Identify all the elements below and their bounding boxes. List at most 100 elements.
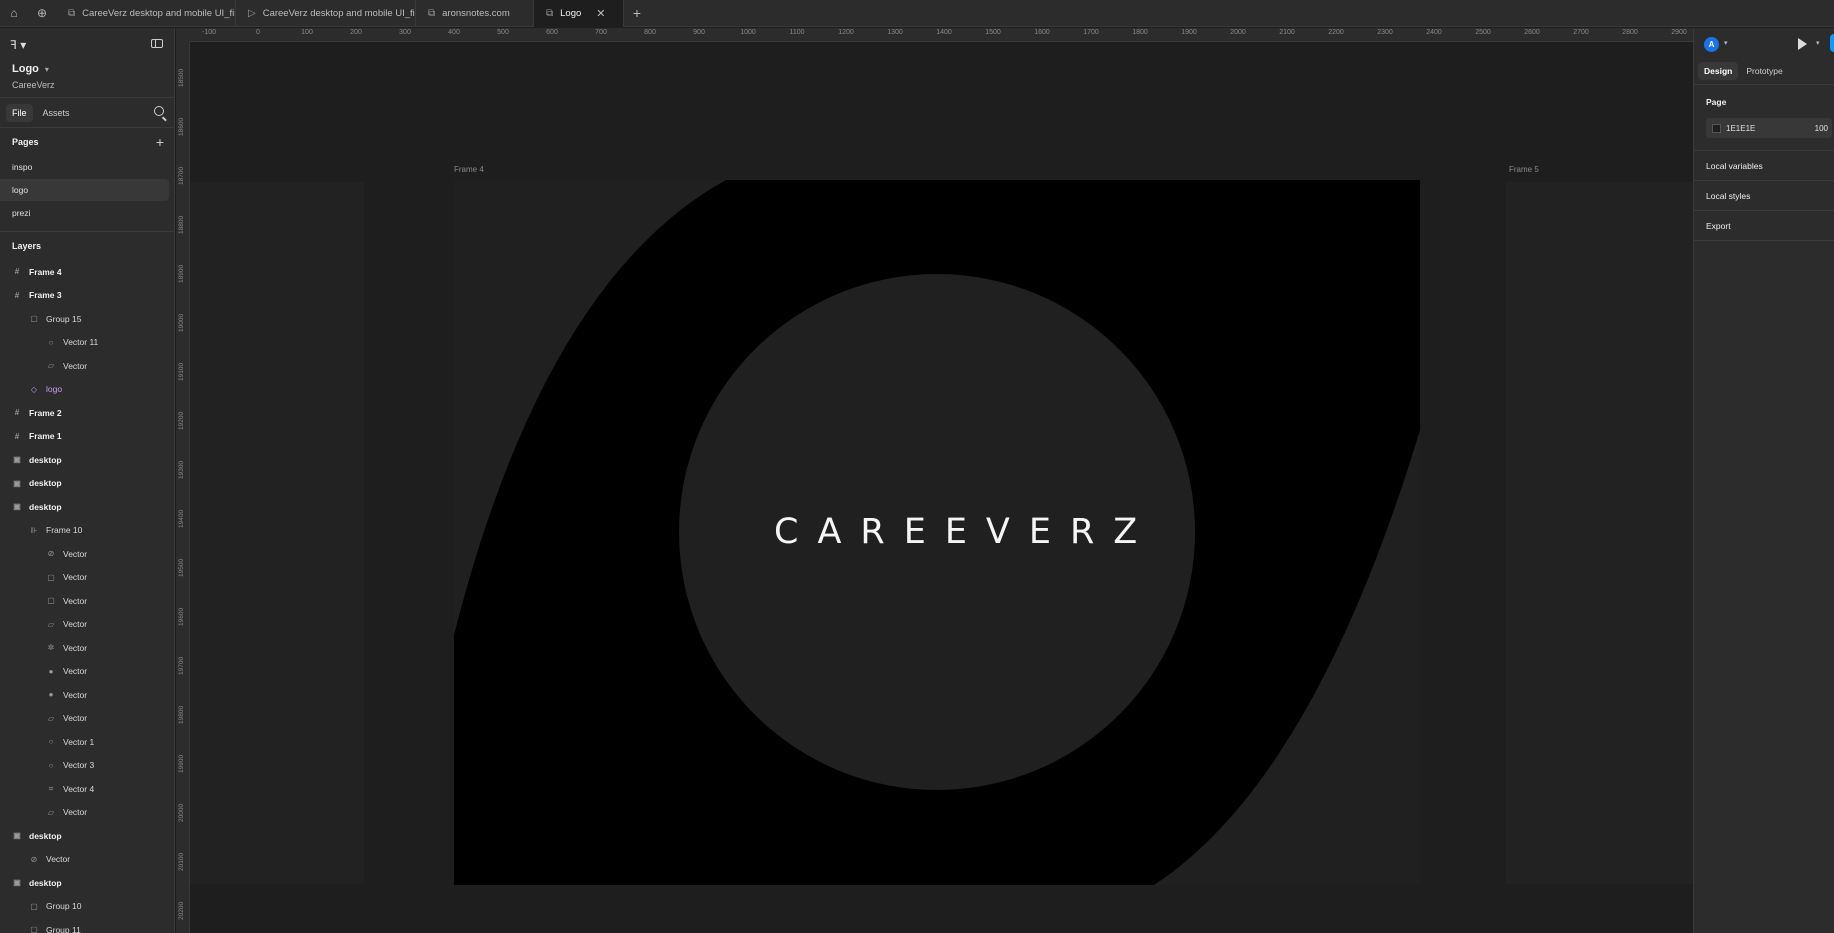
chevron-down-icon[interactable]: ▾	[1724, 39, 1728, 47]
add-page-icon[interactable]: +	[156, 134, 164, 150]
layer-type-icon: ▣	[13, 878, 21, 888]
layer-item[interactable]: ⊪ Frame 10	[0, 519, 174, 543]
layer-item[interactable]: ⊘ Vector	[0, 848, 174, 872]
ruler-tick-label: 2800	[1622, 29, 1638, 36]
layer-item[interactable]: ● Vector	[0, 683, 174, 707]
ruler-tick-label: 19500	[178, 558, 185, 577]
tab-file[interactable]: File	[6, 103, 33, 122]
layer-label: Vector	[63, 595, 88, 606]
tab-logo[interactable]: ⧉ Logo ✕	[534, 0, 624, 27]
page-section-title: Page	[1706, 97, 1727, 107]
tab-prototype[interactable]: Prototype	[1740, 62, 1788, 80]
ruler-tick-label: 18800	[178, 215, 185, 234]
ruler-left: 18500 18600 18700 18800 18900 19000 19100 19200…	[176, 42, 190, 933]
layer-item[interactable]: ⌗ Vector 4	[0, 777, 174, 801]
ruler-tick-label: 19800	[178, 705, 185, 724]
page-item-logo[interactable]: logo	[0, 179, 169, 201]
layer-item[interactable]: # Frame 4	[0, 260, 174, 284]
layer-item[interactable]: ● Vector	[0, 660, 174, 684]
layer-label: Group 15	[46, 313, 82, 324]
layer-item[interactable]: ✲ Vector	[0, 636, 174, 660]
frame-5[interactable]	[1506, 182, 1693, 884]
local-styles-link[interactable]: Local styles	[1706, 191, 1750, 201]
frame-5-label[interactable]: Frame 5	[1509, 165, 1539, 174]
tab-aronsnotes[interactable]: ⧉ aronsnotes.com	[416, 0, 534, 27]
layer-item[interactable]: ▢ Group 10	[0, 895, 174, 919]
page-item-prezi[interactable]: prezi	[0, 202, 169, 224]
layer-item[interactable]: ▢ Vector	[0, 566, 174, 590]
layer-item[interactable]: ○ Vector 1	[0, 730, 174, 754]
home-icon[interactable]: ⌂	[0, 0, 28, 27]
layer-type-icon: ▢	[47, 596, 55, 606]
layer-item[interactable]: ▣ desktop	[0, 824, 174, 848]
divider	[1694, 180, 1834, 181]
figma-file-icon: ⧉	[68, 7, 76, 19]
layer-item[interactable]: # Frame 2	[0, 401, 174, 425]
project-name[interactable]: CareeVerz	[12, 80, 55, 90]
ruler-tick-label: 1000	[740, 29, 756, 36]
present-play-icon[interactable]	[1798, 38, 1807, 50]
page-color-value[interactable]: 1E1E1E	[1726, 124, 1755, 133]
toggle-sidebar-icon[interactable]	[151, 39, 163, 48]
canvas[interactable]: Frame 4 Frame 5 CAREEVERZ	[190, 42, 1693, 933]
export-link[interactable]: Export	[1706, 221, 1731, 231]
layer-item[interactable]: ▱ Vector	[0, 354, 174, 378]
tab-assets[interactable]: Assets	[37, 104, 76, 122]
layer-item[interactable]: ▢ Vector	[0, 589, 174, 613]
layer-item[interactable]: ▣ desktop	[0, 495, 174, 519]
layer-item[interactable]: ▣ desktop	[0, 871, 174, 895]
tab-careeverz-prototype[interactable]: ▷ CareeVerz desktop and mobile UI_fin:	[236, 0, 416, 27]
divider	[1694, 240, 1834, 241]
local-variables-link[interactable]: Local variables	[1706, 161, 1763, 171]
layer-item[interactable]: ○ Vector 3	[0, 754, 174, 778]
layer-label: Vector	[46, 854, 71, 865]
ruler-tick-label: 500	[497, 29, 509, 36]
page-item-inspo[interactable]: inspo	[0, 156, 169, 178]
tab-careeverz-1[interactable]: ⧉ CareeVerz desktop and mobile UI_fin:	[56, 0, 236, 27]
page-opacity-value[interactable]: 100	[1815, 124, 1832, 133]
figma-file-icon: ⧉	[428, 7, 436, 19]
ruler-tick-label: 19700	[178, 656, 185, 675]
layer-label: Vector 4	[63, 783, 95, 794]
chevron-down-icon[interactable]: ▾	[1816, 39, 1820, 47]
tab-label: CareeVerz desktop and mobile UI_fin:	[262, 7, 416, 19]
layer-item[interactable]: ▢ Group 11	[0, 918, 174, 933]
layer-item[interactable]: ▣ desktop	[0, 472, 174, 496]
page-background-color-field[interactable]: 1E1E1E 100	[1706, 118, 1832, 138]
figma-menu-icon[interactable]: ꟻ ▾	[10, 38, 26, 52]
layer-item[interactable]: ⊘ Vector	[0, 542, 174, 566]
close-icon[interactable]: ✕	[596, 7, 605, 20]
new-tab-button[interactable]: +	[624, 5, 650, 21]
layer-label: Frame 2	[29, 407, 62, 418]
globe-icon[interactable]: ⊕	[28, 0, 56, 27]
layer-item[interactable]: ▱ Vector	[0, 801, 174, 825]
search-icon[interactable]	[154, 106, 164, 116]
layer-type-icon: ▢	[47, 572, 55, 582]
layer-label: Vector	[63, 807, 88, 818]
layer-type-icon: #	[14, 290, 20, 300]
share-button[interactable]	[1830, 34, 1834, 52]
ruler-tick-label: 700	[595, 29, 607, 36]
ruler-tick-label: 2200	[1328, 29, 1344, 36]
layer-label: Vector 11	[63, 337, 99, 348]
file-header: ꟻ ▾ Logo ▾ CareeVerz	[0, 28, 174, 98]
layer-item[interactable]: ◇ logo	[0, 378, 174, 402]
layer-item[interactable]: # Frame 1	[0, 425, 174, 449]
tab-design[interactable]: Design	[1698, 62, 1739, 80]
layer-item[interactable]: ▱ Vector	[0, 613, 174, 637]
layer-item[interactable]: ○ Vector 11	[0, 331, 174, 355]
ruler-tick-label: 18500	[178, 68, 185, 87]
file-name[interactable]: Logo ▾	[12, 63, 49, 75]
layer-item[interactable]: ▢ Group 15	[0, 307, 174, 331]
layer-item[interactable]: # Frame 3	[0, 284, 174, 308]
layer-label: Vector	[63, 689, 88, 700]
avatar[interactable]: A	[1704, 37, 1719, 52]
layer-item[interactable]: ▣ desktop	[0, 448, 174, 472]
ruler-tick-label: 1900	[1181, 29, 1197, 36]
divider	[1694, 210, 1834, 211]
file-assets-tabs: File Assets	[0, 98, 174, 128]
ruler-tick-label: 1800	[1132, 29, 1148, 36]
layer-item[interactable]: ▱ Vector	[0, 707, 174, 731]
frame-4-label[interactable]: Frame 4	[454, 165, 484, 174]
color-swatch[interactable]	[1712, 123, 1721, 133]
